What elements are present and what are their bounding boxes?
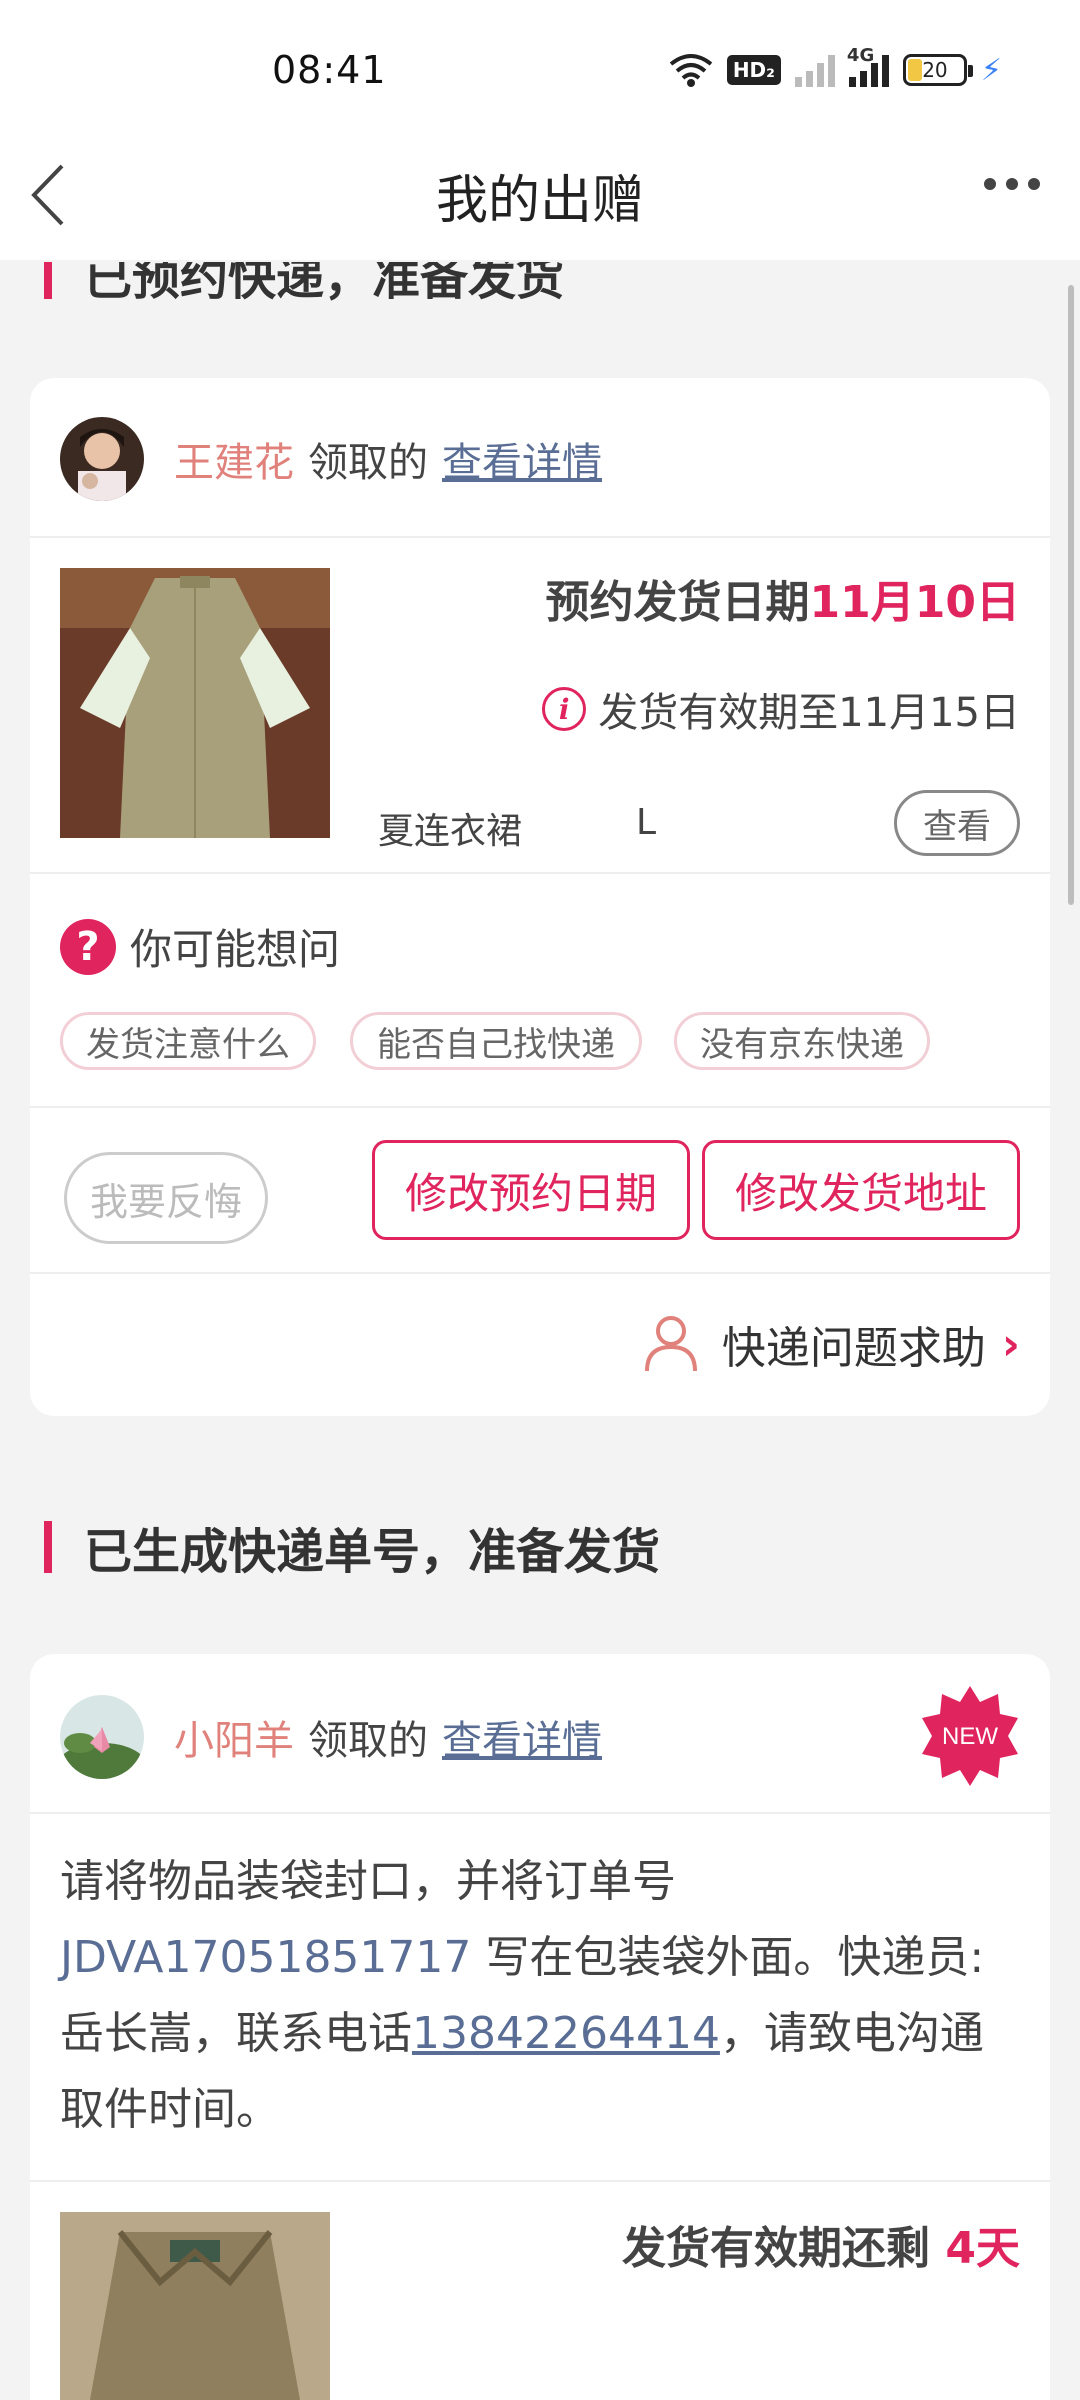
view-item-button[interactable]: 查看 (894, 790, 1020, 856)
info-icon: i (542, 687, 587, 731)
battery-level: 20 (922, 58, 948, 82)
divider (30, 872, 1050, 874)
view-details-link[interactable]: 查看详情 (442, 1708, 602, 1766)
received-text: 领取的 (308, 1718, 428, 1764)
more-button[interactable] (984, 178, 1040, 190)
charging-icon: ⚡ (980, 52, 1002, 88)
avatar[interactable] (60, 417, 144, 501)
receiver-name: 王建花 (174, 440, 294, 486)
signal-icon-sim2: 4G (847, 45, 889, 87)
gift-card-2: 小阳羊 领取的 查看详情 NEW 请将物品装袋封口，并将订单号 JDVA1705… (30, 1654, 1050, 2400)
avatar[interactable] (60, 1695, 144, 1779)
more-dot-icon (1006, 178, 1018, 190)
remaining-time: 发货有效期还剩 4天 (622, 2212, 1020, 2276)
divider (30, 2180, 1050, 2182)
view-details-link[interactable]: 查看详情 (442, 430, 602, 488)
new-badge-icon: NEW (922, 1686, 1018, 1786)
scrollbar[interactable] (1068, 285, 1074, 905)
more-dot-icon (984, 178, 996, 190)
chevron-right-icon: › (1001, 1318, 1020, 1370)
remaining-days: 4天 (945, 2223, 1020, 2274)
hd-icon: HD₂ (726, 55, 781, 85)
status-bar: 08:41 HD₂ 4G 20 ⚡ (0, 0, 1080, 140)
remaining-label: 发货有效期还剩 (622, 2223, 946, 2274)
divider (30, 1272, 1050, 1274)
delivery-help-link[interactable]: 快递问题求助 › (644, 1312, 1020, 1376)
divider (30, 1812, 1050, 1814)
order-number: JDVA17051851717 (60, 1932, 472, 1983)
shipping-instructions: 请将物品装袋封口，并将订单号 JDVA17051851717 写在包装袋外面。快… (60, 1844, 1020, 2148)
valid-until-row: i 发货有效期至11月15日 (542, 680, 1020, 738)
nav-bar: 我的出赠 (0, 140, 1080, 260)
booking-date-value: 11月10日 (809, 577, 1020, 628)
help-label: 快递问题求助 (721, 1323, 986, 1374)
item-size: L (636, 802, 657, 843)
new-badge-text: NEW (942, 1723, 998, 1750)
divider (30, 536, 1050, 538)
receiver-row: 王建花 领取的 查看详情 (60, 416, 602, 502)
network-type-label: 4G (846, 45, 875, 66)
gift-card-1: 王建花 领取的 查看详情 预约发货日期11月10日 i 发货有效期至11月15日… (30, 378, 1050, 1416)
change-date-button[interactable]: 修改预约日期 (372, 1140, 690, 1240)
courier-phone-link[interactable]: 13842264414 (412, 2008, 720, 2059)
faq-title-row: ? 你可能想问 (60, 916, 340, 977)
item-name: 夏连衣裙 (378, 811, 523, 852)
section-title: 已生成快递单号，准备发货 (84, 1524, 661, 1580)
battery-icon: 20 (902, 54, 973, 86)
status-time: 08:41 (272, 48, 387, 92)
faq-chip[interactable]: 没有京东快递 (674, 1012, 930, 1070)
more-dot-icon (1028, 178, 1040, 190)
section-accent-bar (44, 1521, 52, 1573)
regret-button[interactable]: 我要反悔 (64, 1152, 268, 1244)
instruction-text: 请将物品装袋封口，并将订单号 (60, 1856, 676, 1907)
booking-date: 预约发货日期11月10日 (546, 566, 1020, 630)
faq-chip[interactable]: 能否自己找快递 (350, 1012, 642, 1070)
faq-chip[interactable]: 发货注意什么 (60, 1012, 316, 1070)
valid-until-text: 发货有效期至11月15日 (598, 690, 1020, 736)
wifi-icon (669, 54, 713, 87)
divider (30, 1106, 1050, 1108)
person-icon (644, 1316, 697, 1372)
question-icon: ? (60, 918, 116, 975)
received-text: 领取的 (308, 440, 428, 486)
receiver-row: 小阳羊 领取的 查看详情 (60, 1694, 602, 1780)
booking-date-label: 预约发货日期 (545, 577, 810, 628)
page-title: 我的出赠 (435, 171, 644, 231)
item-thumbnail[interactable] (60, 568, 330, 838)
item-thumbnail[interactable] (60, 2212, 330, 2400)
signal-icon-sim1 (794, 53, 835, 87)
change-address-button[interactable]: 修改发货地址 (702, 1140, 1020, 1240)
receiver-name: 小阳羊 (174, 1718, 294, 1764)
status-icons: HD₂ 4G 20 ⚡ (669, 45, 1002, 92)
section-header-waybill: 已生成快递单号，准备发货 (44, 1512, 660, 1582)
faq-title: 你可能想问 (130, 925, 341, 974)
